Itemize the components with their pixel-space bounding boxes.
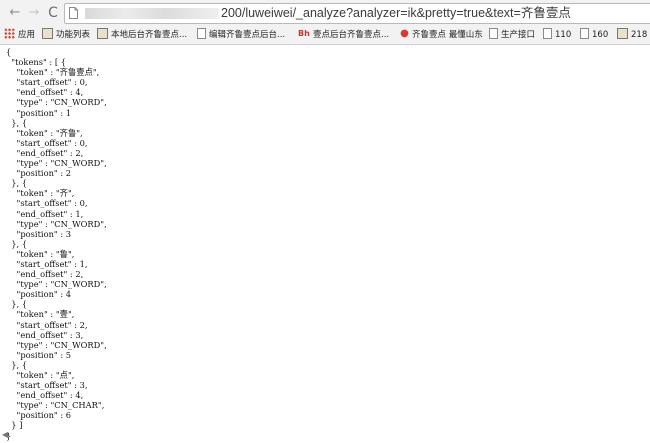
bookmark-218[interactable]: 218 <box>617 26 647 44</box>
bookmark-apps[interactable]: 应用 <box>4 26 35 44</box>
back-arrow-icon[interactable]: ← <box>6 4 24 22</box>
bookmark-label: 110 <box>555 30 572 40</box>
scroll-left-arrow-icon[interactable]: ◀ <box>0 430 10 440</box>
forward-arrow-icon[interactable]: → <box>25 4 43 22</box>
bookmark-110[interactable]: 110 <box>543 26 571 44</box>
pin-icon: ● <box>400 28 409 39</box>
apps-icon <box>4 28 15 39</box>
document-icon <box>580 28 589 39</box>
bookmark-label: 218 <box>631 30 648 40</box>
bookmark-qilu-yidian[interactable]: ● 齐鲁壹点 最懂山东 <box>400 26 483 44</box>
bookmark-local-admin[interactable]: 本地后台齐鲁壹点... <box>97 26 187 44</box>
document-icon <box>543 28 552 39</box>
bookmark-label: 壹点后台齐鲁壹点... <box>313 30 390 40</box>
document-icon <box>197 28 206 39</box>
bookmark-160[interactable]: 160 <box>580 26 608 44</box>
redacted-host <box>85 8 219 19</box>
bookmark-label: 编辑齐鲁壹点后台... <box>209 30 286 40</box>
bookmark-label: 应用 <box>18 30 36 40</box>
page-content: { "tokens" : [ { "token" : "齐鲁壹点", "star… <box>6 47 646 441</box>
document-icon <box>489 28 498 39</box>
image-icon <box>42 28 53 39</box>
bookmark-edit-admin[interactable]: 编辑齐鲁壹点后台... <box>197 26 285 44</box>
bookmark-prod-api[interactable]: 生产接口 <box>489 26 535 44</box>
bookmark-feature-list[interactable]: 功能列表 <box>42 26 90 44</box>
image-icon <box>97 28 108 39</box>
json-response-text: { "tokens" : [ { "token" : "齐鲁壹点", "star… <box>6 47 107 441</box>
bookmark-label: 功能列表 <box>56 30 91 40</box>
browser-toolbar: ← → C 200/luweiwei/_analyze?analyzer=ik&… <box>0 0 650 26</box>
page-icon <box>69 7 78 19</box>
image-icon <box>617 28 628 39</box>
address-bar-url[interactable]: 200/luweiwei/_analyze?analyzer=ik&pretty… <box>221 5 571 21</box>
address-bar[interactable]: 200/luweiwei/_analyze?analyzer=ik&pretty… <box>64 3 650 24</box>
bookmark-label: 生产接口 <box>501 30 536 40</box>
bookmarks-bar: 应用 功能列表 本地后台齐鲁壹点... 编辑齐鲁壹点后台... Bh 壹点后台齐鲁… <box>0 26 650 45</box>
reload-icon[interactable]: C <box>44 4 62 22</box>
bookmark-yidian-admin[interactable]: Bh 壹点后台齐鲁壹点... <box>298 26 389 44</box>
bsi-icon: Bh <box>298 29 310 38</box>
bookmark-label: 160 <box>592 30 609 40</box>
bookmark-label: 齐鲁壹点 最懂山东 <box>412 30 483 40</box>
bookmark-label: 本地后台齐鲁壹点... <box>111 30 188 40</box>
